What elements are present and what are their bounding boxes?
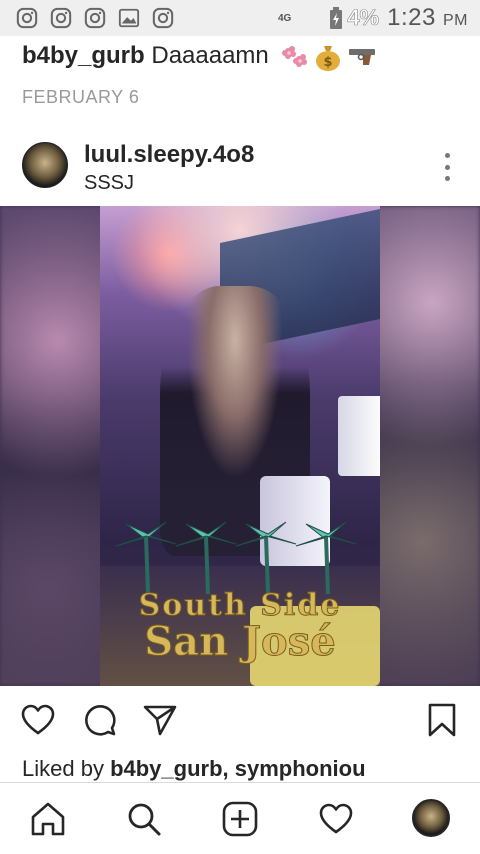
network-indicator: 4G bbox=[277, 12, 292, 24]
profile-icon[interactable] bbox=[412, 799, 450, 837]
status-bar: 4G 4% 1:23 PM bbox=[0, 0, 480, 36]
clock-ampm: PM bbox=[443, 12, 468, 29]
post-image[interactable]: South Side San José bbox=[0, 206, 480, 686]
money-bag-emoji: $ bbox=[316, 45, 341, 71]
clock: 1:23 PM bbox=[387, 4, 468, 32]
post-header: luul.sleepy.4o8 SSSJ bbox=[0, 137, 480, 203]
image-icon bbox=[118, 8, 140, 28]
bookmark-icon[interactable] bbox=[424, 702, 460, 738]
palm-trees-graphic bbox=[115, 521, 357, 595]
overlay-text-line2: San José bbox=[144, 618, 336, 666]
avatar[interactable] bbox=[22, 142, 68, 188]
caption-username[interactable]: b4by_gurb bbox=[22, 42, 145, 69]
snapchat-photo: South Side San José bbox=[100, 206, 380, 686]
bottom-nav bbox=[0, 782, 480, 854]
clock-time: 1:23 bbox=[387, 4, 436, 31]
liked-by-users[interactable]: b4by_gurb, symphoniou bbox=[110, 756, 365, 781]
caption-emojis: $ bbox=[279, 43, 379, 71]
comment-icon[interactable] bbox=[82, 702, 118, 738]
flowers-emoji bbox=[282, 45, 308, 67]
share-icon[interactable] bbox=[142, 702, 178, 738]
instagram-icon bbox=[16, 7, 38, 29]
battery-indicator: 4% bbox=[329, 5, 379, 31]
post-actions bbox=[0, 690, 480, 750]
pistol-emoji bbox=[349, 48, 376, 65]
liked-by-prefix: Liked by bbox=[22, 756, 111, 781]
post-date: FEBRUARY 6 bbox=[22, 87, 140, 107]
svg-text:$: $ bbox=[324, 55, 333, 70]
new-post-icon[interactable] bbox=[222, 801, 258, 837]
caption-text: Daaaaamn bbox=[151, 42, 269, 69]
search-icon[interactable] bbox=[126, 801, 162, 837]
battery-icon bbox=[330, 7, 343, 29]
heart-icon[interactable] bbox=[20, 702, 56, 738]
caption: b4by_gurb Daaaaamn $ bbox=[22, 42, 379, 71]
post-location[interactable]: SSSJ bbox=[84, 172, 134, 195]
likes-text[interactable]: Liked by b4by_gurb, symphoniou bbox=[22, 756, 442, 782]
home-icon[interactable] bbox=[30, 801, 66, 837]
instagram-icon bbox=[84, 7, 106, 29]
instagram-icon bbox=[50, 7, 72, 29]
activity-icon[interactable] bbox=[318, 801, 354, 837]
more-options-icon[interactable] bbox=[442, 153, 452, 181]
post-username[interactable]: luul.sleepy.4o8 bbox=[84, 141, 254, 169]
instagram-icon bbox=[152, 7, 174, 29]
battery-percent: 4% bbox=[347, 5, 380, 31]
